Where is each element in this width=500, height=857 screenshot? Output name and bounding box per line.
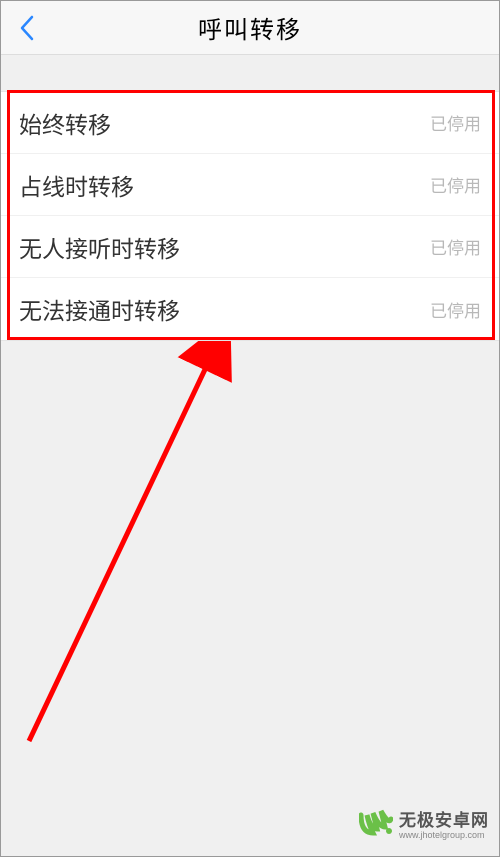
item-status: 已停用 bbox=[430, 297, 481, 322]
item-label: 无人接听时转移 bbox=[19, 230, 180, 264]
list-item-always-forward[interactable]: 始终转移 已停用 bbox=[1, 92, 499, 154]
watermark-url: www.jhotelgroup.com bbox=[399, 831, 489, 841]
item-label: 无法接通时转移 bbox=[19, 292, 180, 326]
list-item-unreachable-forward[interactable]: 无法接通时转移 已停用 bbox=[1, 278, 499, 340]
annotation-arrow-icon bbox=[9, 341, 239, 766]
list-item-busy-forward[interactable]: 占线时转移 已停用 bbox=[1, 154, 499, 216]
item-label: 占线时转移 bbox=[19, 168, 134, 202]
watermark-text: 无极安卓网 www.jhotelgroup.com bbox=[399, 812, 489, 841]
logo-icon bbox=[359, 809, 393, 844]
forwarding-list: 始终转移 已停用 占线时转移 已停用 无人接听时转移 已停用 无法接通时转移 已… bbox=[1, 91, 499, 341]
item-status: 已停用 bbox=[430, 110, 481, 135]
watermark-name: 无极安卓网 bbox=[399, 812, 489, 831]
item-status: 已停用 bbox=[430, 172, 481, 197]
content-area: 始终转移 已停用 占线时转移 已停用 无人接听时转移 已停用 无法接通时转移 已… bbox=[1, 55, 499, 341]
page-title: 呼叫转移 bbox=[198, 10, 302, 45]
watermark: 无极安卓网 www.jhotelgroup.com bbox=[359, 809, 489, 844]
chevron-left-icon bbox=[19, 15, 35, 41]
item-label: 始终转移 bbox=[19, 106, 111, 140]
item-status: 已停用 bbox=[430, 234, 481, 259]
list-item-noanswer-forward[interactable]: 无人接听时转移 已停用 bbox=[1, 216, 499, 278]
back-button[interactable] bbox=[13, 9, 41, 47]
header-bar: 呼叫转移 bbox=[1, 1, 499, 55]
